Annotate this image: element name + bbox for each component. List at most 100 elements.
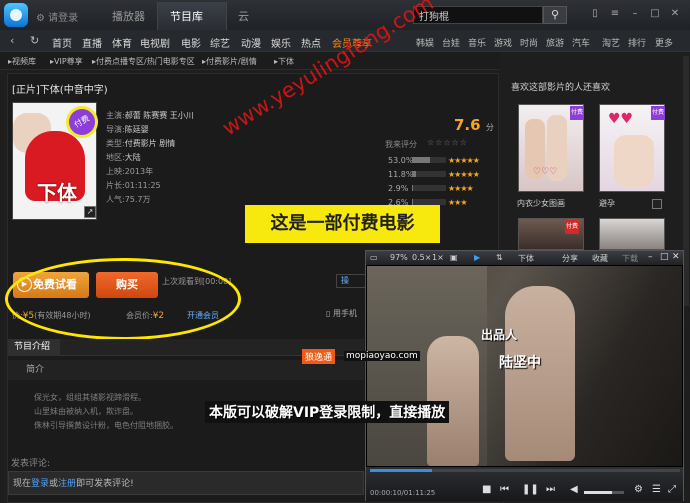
highlight-ellipse (5, 258, 241, 340)
list-icon[interactable]: ☰ (652, 484, 661, 495)
player-minimize-icon[interactable]: – (648, 252, 653, 262)
next-icon[interactable]: ⏭ (546, 484, 555, 495)
player-close-icon[interactable]: ✕ (672, 252, 680, 262)
region-value[interactable]: 大陆 (125, 153, 141, 162)
app-logo-icon[interactable] (4, 3, 28, 27)
comment-input[interactable]: 现在登录或注册即可发表评论! (8, 471, 364, 495)
pause-icon[interactable]: ❚❚ (522, 484, 539, 495)
comment-suffix: 即可发表评论! (76, 479, 134, 489)
volume-icon[interactable]: ◀ (570, 484, 578, 495)
comment-register-link[interactable]: 注册 (58, 479, 76, 489)
popularity-label: 人气: (106, 195, 125, 204)
nav-right-item[interactable]: 淘艺 (602, 36, 620, 49)
player-fav[interactable]: 收藏 (592, 253, 608, 264)
expand-icon[interactable]: ↗ (84, 206, 96, 218)
maximize-icon[interactable]: □ (648, 8, 662, 20)
rating-bar (412, 185, 446, 191)
player-list-icon[interactable]: ▶ (474, 253, 480, 262)
nav-movie[interactable]: 电影 (181, 35, 201, 50)
player-share[interactable]: 分享 (562, 253, 578, 264)
nav-more[interactable]: 更多 (655, 36, 673, 49)
phone-watch-link[interactable]: ▯ 用手机 (326, 308, 357, 319)
progress-fill (370, 469, 432, 472)
volume-slider[interactable] (584, 491, 624, 494)
player-pin-icon[interactable]: ⇅ (496, 253, 503, 262)
nav-right-item[interactable]: 韩娱 (416, 36, 434, 49)
score: 7.6 分 (454, 116, 494, 134)
progress-bar[interactable] (370, 469, 680, 472)
skin-icon[interactable]: ▯ (588, 8, 602, 20)
prev-icon[interactable]: ⏮ (500, 484, 509, 495)
expand-icon[interactable] (652, 199, 662, 209)
cast-value[interactable]: 郝蕾 陈赛赛 王小川 (125, 111, 194, 120)
refresh-icon[interactable]: ↻ (30, 34, 39, 47)
nav-home[interactable]: 首页 (52, 35, 72, 50)
nav-right-item[interactable]: 音乐 (468, 36, 486, 49)
login-link[interactable]: ⚙ 请登录 (36, 9, 78, 24)
rec-badge: 付费 (651, 106, 665, 120)
rec-label[interactable]: 内衣少女图画 (517, 198, 565, 209)
site-url: mopiaoyao.com (344, 351, 420, 361)
nav-tv[interactable]: 电视剧 (140, 35, 170, 50)
nav-right-item[interactable]: 台娃 (442, 36, 460, 49)
rating-pct: 53.0% (388, 156, 414, 165)
release-row: 上映:2013年 (106, 166, 153, 177)
video-frame[interactable]: 出品人 陆坚中 (367, 266, 682, 466)
tab-cloud[interactable]: 云 (238, 8, 249, 24)
rec-poster[interactable] (599, 218, 665, 250)
mini-player[interactable]: ▭ 97% 0.5× 1× ▣ ▶ ⇅ 下体 分享 收藏 下载 – □ ✕ 出品… (365, 250, 684, 501)
player-download[interactable]: 下载 (622, 253, 638, 264)
nav-right-item[interactable]: 游戏 (494, 36, 512, 49)
fullscreen-icon[interactable]: ⤢ (668, 484, 676, 495)
nav-right-item[interactable]: 汽车 (572, 36, 590, 49)
rating-pct: 2.9% (388, 184, 409, 193)
rate-label: 我来评分 (385, 140, 417, 149)
player-title: 下体 (518, 254, 534, 263)
crumb-label: 视频库 (12, 57, 37, 66)
player-speed[interactable]: 0.5× (412, 253, 431, 262)
nav-live[interactable]: 直播 (82, 35, 102, 50)
rec-label[interactable]: 避孕 (599, 198, 615, 209)
rate-stars-input[interactable]: ☆☆☆☆☆ (427, 138, 468, 147)
crumb-item[interactable]: ▸VIP尊享 (50, 56, 83, 67)
nav-right-item[interactable]: 时尚 (520, 36, 538, 49)
tab-library[interactable]: 节目库 (170, 8, 203, 24)
nav-right-item[interactable]: 排行 (628, 36, 646, 49)
player-maximize-icon[interactable]: □ (660, 252, 669, 262)
rating-fill (412, 185, 413, 191)
nav-variety[interactable]: 综艺 (210, 35, 230, 50)
search-icon[interactable]: ⚲ (543, 6, 567, 24)
comment-label: 发表评论: (11, 459, 51, 469)
player-mode-icon[interactable]: ▣ (450, 253, 458, 262)
video-credit: 陆坚中 (499, 355, 541, 371)
player-zoom[interactable]: 97% (390, 253, 408, 262)
settings-icon[interactable]: ⚙ (634, 484, 643, 495)
player-screen-icon[interactable]: ▭ (370, 253, 378, 262)
player-speed-normal[interactable]: 1× (432, 253, 444, 262)
menu-icon[interactable]: ≡ (608, 8, 622, 20)
phone-watch-label: 用手机 (332, 309, 357, 318)
back-icon[interactable]: ‹ (10, 34, 14, 47)
crumb-item[interactable]: ▸付费影片/剧情 (202, 56, 257, 67)
rec-badge: 付费 (565, 220, 579, 234)
tab-intro[interactable]: 节目介绍 (8, 339, 60, 356)
stop-icon[interactable]: ■ (482, 484, 491, 495)
tab-player[interactable]: 播放器 (112, 8, 145, 24)
player-toolbar: ▭ 97% 0.5× 1× ▣ ▶ ⇅ 下体 分享 收藏 下载 – □ ✕ (366, 251, 683, 265)
crumb-item[interactable]: ▸付费点播专区/热门电影专区 (92, 56, 195, 67)
director-value[interactable]: 陈廷婴 (125, 125, 149, 134)
nav-hot[interactable]: 热点 (301, 35, 321, 50)
crumb-label: 付费点播专区/热门电影专区 (96, 57, 195, 66)
region-row: 地区:大陆 (106, 152, 141, 163)
comment-login-link[interactable]: 登录 (31, 479, 49, 489)
nav-sports[interactable]: 体育 (112, 35, 132, 50)
crumb-item[interactable]: ▸视频库 (8, 56, 36, 67)
nav-right-item[interactable]: 旅游 (546, 36, 564, 49)
close-icon[interactable]: ✕ (668, 8, 682, 20)
nav-ent[interactable]: 娱乐 (271, 35, 291, 50)
share-button[interactable]: 操 (336, 274, 366, 288)
director-row: 导演:陈廷婴 (106, 124, 149, 135)
minimize-icon[interactable]: – (628, 8, 642, 20)
type-value[interactable]: 付费影片 剧情 (125, 139, 176, 148)
nav-anime[interactable]: 动漫 (241, 35, 261, 50)
